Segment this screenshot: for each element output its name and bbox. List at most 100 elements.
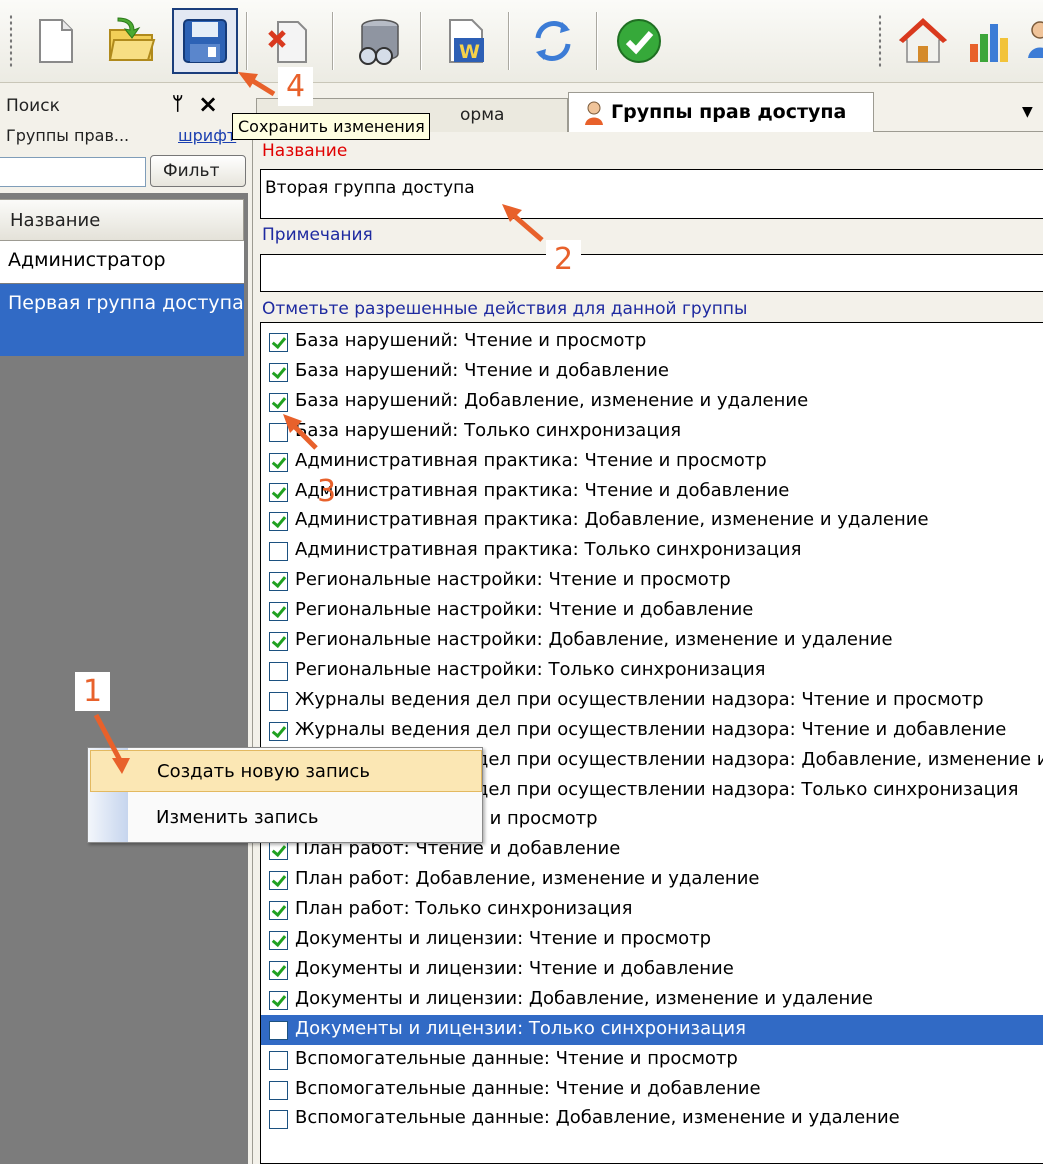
permission-checkbox[interactable]: [269, 333, 288, 352]
permission-checkbox[interactable]: [269, 572, 288, 592]
tab-list-dropdown-icon[interactable]: ▼: [1022, 104, 1033, 120]
permission-checkbox[interactable]: [269, 632, 288, 651]
open-folder-icon: [108, 17, 156, 61]
user-icon: [585, 101, 603, 125]
tab-form-label: орма: [460, 105, 505, 125]
permission-item[interactable]: Региональные настройки: Чтение и добавле…: [261, 596, 1043, 626]
breadcrumb: Группы прав... шрифт: [0, 123, 248, 151]
refresh-button[interactable]: [520, 8, 586, 74]
close-icon[interactable]: ×: [198, 90, 218, 118]
new-document-button[interactable]: [22, 8, 88, 74]
permission-checkbox[interactable]: [269, 721, 288, 741]
permission-checkbox[interactable]: [269, 1020, 288, 1040]
permission-checkbox[interactable]: [269, 482, 288, 502]
permission-item[interactable]: Вспомогательные данные: Чтение и просмот…: [261, 1045, 1043, 1075]
filter-input[interactable]: [0, 157, 146, 187]
permission-checkbox[interactable]: [269, 661, 288, 681]
save-button[interactable]: [172, 8, 238, 74]
permission-item[interactable]: Журналы ведения дел при осуществлении на…: [261, 686, 1043, 716]
permission-item[interactable]: План работ: Только синхронизация: [261, 895, 1043, 925]
permission-item[interactable]: Документы и лицензии: Добавление, измене…: [261, 985, 1043, 1015]
permission-item[interactable]: База нарушений: Только синхронизация: [261, 417, 1043, 447]
permission-label: Вспомогательные данные: Чтение и просмот…: [295, 1047, 738, 1069]
toolbar-separator: [508, 12, 510, 70]
font-link[interactable]: шрифт: [178, 126, 236, 145]
permission-checkbox[interactable]: [269, 1110, 288, 1130]
permission-checkbox[interactable]: [269, 1080, 288, 1100]
permission-item[interactable]: Региональные настройки: Чтение и просмот…: [261, 566, 1043, 596]
permissions-label: Отметьте разрешенные действия для данной…: [262, 299, 748, 319]
permission-checkbox[interactable]: [269, 871, 288, 891]
users-button[interactable]: [1020, 8, 1043, 74]
permission-item[interactable]: Документы и лицензии: Чтение и добавлени…: [261, 955, 1043, 985]
permission-checkbox[interactable]: [269, 990, 288, 1010]
permission-item[interactable]: Вспомогательные данные: Чтение и добавле…: [261, 1075, 1043, 1105]
delete-button[interactable]: [258, 8, 324, 74]
delete-icon: [268, 21, 307, 63]
toolbar-separator: [596, 12, 598, 70]
permission-checkbox[interactable]: [269, 362, 288, 382]
permission-checkbox[interactable]: [269, 901, 288, 921]
permission-label: Региональные настройки: Чтение и добавле…: [295, 599, 754, 621]
database-icon: [359, 19, 399, 65]
permission-item[interactable]: База нарушений: Добавление, изменение и …: [261, 387, 1043, 417]
permission-item[interactable]: База нарушений: Чтение и просмотр: [261, 327, 1043, 357]
permission-label: План работ: Добавление, изменение и удал…: [295, 868, 760, 890]
permission-label: База нарушений: Чтение и добавление: [295, 359, 669, 381]
pin-icon[interactable]: ᛘ: [172, 93, 183, 115]
permission-item[interactable]: Административная практика: Добавление, и…: [261, 506, 1043, 536]
chart-button[interactable]: [956, 8, 1022, 74]
permission-item[interactable]: Документы и лицензии: Только синхронизац…: [261, 1014, 1043, 1045]
permission-item[interactable]: Журналы ведения дел при осуществлении на…: [261, 716, 1043, 746]
confirm-button[interactable]: [606, 8, 672, 74]
home-button[interactable]: [890, 8, 956, 74]
permission-item[interactable]: Региональные настройки: Добавление, изме…: [261, 626, 1043, 656]
toolbar-separator: [420, 12, 422, 70]
permission-checkbox[interactable]: [269, 542, 288, 562]
permission-label: Административная практика: Чтение и прос…: [295, 449, 767, 471]
permission-item[interactable]: Документы и лицензии: Чтение и просмотр: [261, 925, 1043, 955]
home-icon: [899, 18, 947, 63]
filter-button[interactable]: Фильт: [150, 155, 246, 187]
permission-label: Административная практика: Только синхро…: [295, 539, 802, 561]
grid-row-first-group[interactable]: Первая группа доступа: [0, 284, 244, 356]
permission-checkbox[interactable]: [269, 512, 288, 532]
open-button[interactable]: [98, 8, 164, 74]
permission-item[interactable]: Административная практика: Только синхро…: [261, 536, 1043, 566]
callout-2: 2: [546, 240, 582, 279]
toolbar-grip[interactable]: [878, 14, 882, 68]
permission-checkbox[interactable]: [269, 691, 288, 711]
permission-checkbox[interactable]: [269, 422, 288, 442]
permission-item[interactable]: Административная практика: Чтение и прос…: [261, 447, 1043, 477]
permission-checkbox[interactable]: [269, 841, 288, 861]
permission-checkbox[interactable]: [269, 960, 288, 980]
database-button[interactable]: [346, 8, 412, 74]
name-field[interactable]: Вторая группа доступа: [260, 169, 1043, 219]
permission-label: База нарушений: Только синхронизация: [295, 419, 682, 441]
permission-item[interactable]: План работ: Добавление, изменение и удал…: [261, 865, 1043, 895]
permission-checkbox[interactable]: [269, 931, 288, 950]
notes-field[interactable]: [260, 254, 1043, 292]
tab-access-groups-label: Группы прав доступа: [611, 101, 847, 123]
notes-label: Примечания: [262, 225, 373, 245]
grid-row-administrator[interactable]: Администратор: [0, 241, 244, 283]
permission-item[interactable]: База нарушений: Чтение и добавление: [261, 357, 1043, 387]
permission-checkbox[interactable]: [269, 602, 288, 622]
breadcrumb-text: Группы прав...: [6, 126, 130, 145]
permission-checkbox[interactable]: [269, 452, 288, 472]
grid-column-header[interactable]: Название: [0, 199, 244, 241]
word-export-button[interactable]: W: [432, 8, 498, 74]
users-icon: [1028, 21, 1043, 58]
tab-access-groups[interactable]: Группы прав доступа: [568, 92, 874, 133]
edit-record-menu-item[interactable]: Изменить запись: [90, 797, 482, 839]
permission-checkbox[interactable]: [269, 392, 288, 412]
permission-item[interactable]: Административная практика: Чтение и доба…: [261, 477, 1043, 507]
permission-checkbox[interactable]: [269, 1050, 288, 1070]
create-record-menu-item[interactable]: Создать новую запись: [90, 750, 482, 792]
save-tooltip: Сохранить изменения: [232, 113, 430, 140]
permission-item[interactable]: Вспомогательные данные: Добавление, изме…: [261, 1104, 1043, 1134]
permission-label: Документы и лицензии: Чтение и добавлени…: [295, 957, 734, 979]
permission-item[interactable]: Региональные настройки: Только синхрониз…: [261, 656, 1043, 686]
permission-label: Документы и лицензии: Чтение и просмотр: [295, 928, 712, 949]
toolbar-grip[interactable]: [9, 14, 13, 68]
